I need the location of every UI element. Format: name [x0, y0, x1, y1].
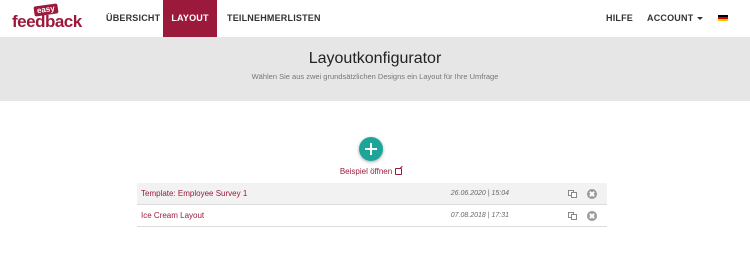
chevron-down-icon — [697, 17, 704, 21]
page-title: Layoutkonfigurator — [308, 50, 442, 67]
nav-item-teilnehmerlisten[interactable]: TEILNEHMERLISTEN — [227, 0, 321, 37]
copy-icon[interactable] — [568, 212, 578, 220]
nav-item-uebersicht[interactable]: ÜBERSICHT — [106, 0, 160, 37]
layout-name-link[interactable]: Template: Employee Survey 1 — [141, 183, 247, 205]
delete-icon[interactable] — [587, 189, 597, 199]
layout-date: 07.08.2018 | 17:31 — [450, 212, 509, 219]
nav-item-hilfe[interactable]: HILFE — [606, 0, 633, 37]
layout-date: 26.06.2020 | 15:04 — [450, 190, 509, 197]
example-link-container: Beispiel öffnen — [0, 167, 742, 176]
german-flag-icon[interactable] — [718, 15, 728, 21]
account-dropdown[interactable]: ACCOUNT — [647, 0, 704, 37]
add-layout-button[interactable] — [359, 137, 383, 161]
logo[interactable]: easy feedback — [12, 3, 82, 33]
layout-list: Template: Employee Survey 1 26.06.2020 |… — [137, 183, 607, 227]
copy-icon[interactable] — [568, 190, 578, 198]
external-link-icon — [395, 168, 403, 175]
account-label: ACCOUNT — [647, 13, 694, 23]
navbar: easy feedback ÜBERSICHT LAYOUT TEILNEHME… — [0, 0, 750, 37]
delete-icon[interactable] — [587, 211, 597, 221]
logo-wordmark: feedback — [12, 12, 82, 31]
page-subtitle: Wählen Sie aus zwei grundsätzlichen Desi… — [251, 72, 499, 81]
page-header: Layoutkonfigurator Wählen Sie aus zwei g… — [0, 37, 750, 101]
example-open-label: Beispiel öffnen — [339, 167, 393, 176]
nav-item-layout[interactable]: LAYOUT — [163, 0, 217, 37]
layout-name-link[interactable]: Ice Cream Layout — [141, 205, 204, 227]
table-row: Template: Employee Survey 1 26.06.2020 |… — [137, 183, 607, 205]
table-row: Ice Cream Layout 07.08.2018 | 17:31 — [137, 205, 607, 227]
example-open-link[interactable]: Beispiel öffnen — [339, 167, 403, 176]
